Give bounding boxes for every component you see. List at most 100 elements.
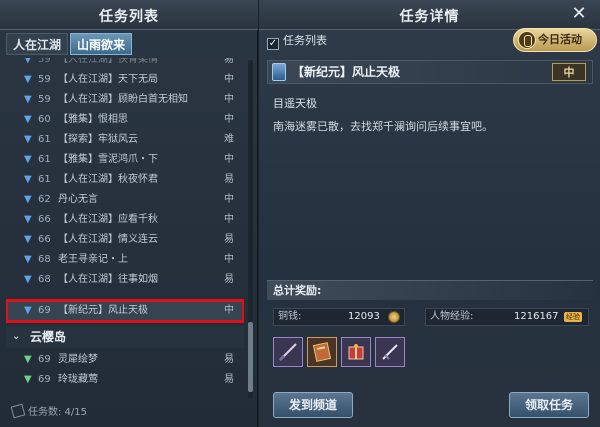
close-icon[interactable]: ✕ xyxy=(568,3,590,25)
sword-icon xyxy=(382,344,398,360)
quest-level: 66 xyxy=(38,214,51,225)
quest-difficulty: 易 xyxy=(224,234,234,245)
chevron-down-icon: ▼ xyxy=(24,114,32,125)
coin-label: 铜钱: xyxy=(278,311,302,322)
chevron-down-icon: ▼ xyxy=(24,305,32,316)
rewards-header: 总计奖励: xyxy=(267,280,593,300)
send-to-channel-button[interactable]: 发到频道 xyxy=(273,392,353,418)
reward-item-gift[interactable] xyxy=(341,337,371,367)
chevron-down-icon: ▼ xyxy=(24,134,32,145)
quest-row[interactable]: ▼ 66 【人在江湖】应看千秋 中 xyxy=(6,210,244,230)
quest-row[interactable]: ▼ 69 灵犀绘梦 易 xyxy=(6,350,244,370)
quest-name: 【人在江湖】天下无局 xyxy=(58,74,158,85)
exp-label: 人物经验: xyxy=(430,311,474,322)
quest-name: 【雅集】恨相思 xyxy=(58,114,128,125)
quest-difficulty: 易 xyxy=(224,274,234,285)
quest-name: 【人在江湖】应看千秋 xyxy=(58,214,158,225)
quest-list[interactable]: ▼ 59 【人在江湖】侠骨柔情 易 ▼ 59 【人在江湖】天下无局 中 ▼ 59… xyxy=(6,58,244,398)
chevron-down-icon: ▼ xyxy=(24,254,32,265)
quest-detail-panel: 任务详情 ✕ ✓ 任务列表 今日活动 【新纪元】风止天极 中 目遥天极 南海迷雾已… xyxy=(259,0,600,427)
coin-reward: 铜钱: 12093 xyxy=(273,308,405,326)
quest-difficulty: 中 xyxy=(224,154,234,165)
quest-detail-header: 任务详情 ✕ xyxy=(259,0,600,30)
difficulty-badge: 中 xyxy=(552,63,586,81)
quest-name: 【雅集】雪泥鸿爪・下 xyxy=(58,154,158,165)
quest-description: 南海迷雾已散，去找郑千澜询问后续事宜吧。 xyxy=(273,120,493,133)
quest-difficulty: 易 xyxy=(224,58,234,65)
quest-level: 61 xyxy=(38,134,51,145)
quest-name: 【人在江湖】顾盼白首无相知 xyxy=(58,94,188,105)
quest-level: 69 xyxy=(38,354,51,365)
quest-level: 69 xyxy=(38,374,51,385)
quest-difficulty: 中 xyxy=(224,194,234,205)
reward-item-book[interactable] xyxy=(307,337,337,367)
quest-row[interactable]: ▼ 61 【人在江湖】秋夜怀君 易 xyxy=(6,170,244,190)
quest-count: 任务数: 4/15 xyxy=(10,403,88,422)
quest-level: 69 xyxy=(38,305,51,316)
reward-item-sword[interactable] xyxy=(375,337,405,367)
coin-icon xyxy=(388,311,400,323)
quest-row[interactable]: ▼ 68 【人在江湖】往事如烟 易 xyxy=(6,270,244,290)
scrollbar-thumb[interactable] xyxy=(248,322,253,392)
coin-value: 12093 xyxy=(348,311,380,322)
quest-row[interactable]: ▼ 61 【探索】牢狱风云 难 xyxy=(6,130,244,150)
chevron-down-icon: ▼ xyxy=(24,214,32,225)
quest-difficulty: 易 xyxy=(224,174,234,185)
quest-level: 60 xyxy=(38,114,51,125)
quest-list-scrollbar[interactable] xyxy=(248,60,253,398)
quest-row[interactable]: ▼ 62 丹心无言 中 xyxy=(6,190,244,210)
chevron-down-icon: ▼ xyxy=(24,94,32,105)
checkbox-checked-icon[interactable]: ✓ xyxy=(267,38,279,50)
quest-row[interactable]: ▼ 59 【人在江湖】侠骨柔情 易 xyxy=(6,58,244,70)
quest-name: 丹心无言 xyxy=(58,194,98,205)
brush-icon xyxy=(278,343,297,362)
group-name: 云樱岛 xyxy=(30,330,67,344)
chevron-down-icon: ▼ xyxy=(24,154,32,165)
chevron-down-icon: ▼ xyxy=(24,74,32,85)
quest-row[interactable]: ▼ 69 玲珑藏莺 易 xyxy=(6,370,244,390)
quest-row[interactable]: ▼ 59 【人在江湖】天下无局 中 xyxy=(6,70,244,90)
rewards-label: 总计奖励: xyxy=(273,284,322,297)
quest-title-bar: 【新纪元】风止天极 中 xyxy=(267,60,593,84)
quest-row[interactable]: ▼ 68 老王寻亲记・上 中 xyxy=(6,250,244,270)
group-row-yun-ying-dao[interactable]: ⌄ 云樱岛 xyxy=(6,326,244,348)
quest-row[interactable]: ▼ 59 【人在江湖】顾盼白首无相知 中 xyxy=(6,90,244,110)
quest-level: 59 xyxy=(38,94,51,105)
quest-list-panel: 任务列表 人在江湖 山雨欲来 ▼ 59 【人在江湖】侠骨柔情 易 ▼ 59 【人… xyxy=(0,0,258,427)
quest-title: 【新纪元】风止天极 xyxy=(292,65,401,79)
today-activity-label: 今日活动 xyxy=(538,33,582,46)
quest-count-icon xyxy=(10,403,26,419)
today-activity-button[interactable]: 今日活动 xyxy=(513,28,597,52)
quest-level: 59 xyxy=(38,74,51,85)
quest-name: 灵犀绘梦 xyxy=(58,354,98,365)
quest-difficulty: 易 xyxy=(224,354,234,365)
quest-name: 玲珑藏莺 xyxy=(58,374,98,385)
quest-row-selected[interactable]: ▼ 69 【新纪元】风止天极 中 xyxy=(6,299,244,323)
quest-level: 62 xyxy=(38,194,51,205)
quest-list-toggle-label: 任务列表 xyxy=(283,34,327,47)
quest-name: 【人在江湖】情义连云 xyxy=(58,234,158,245)
quest-name: 【探索】牢狱风云 xyxy=(58,134,138,145)
quest-row[interactable]: ▼ 66 【人在江湖】情义连云 易 xyxy=(6,230,244,250)
quest-list-toggle[interactable]: ✓ 任务列表 xyxy=(267,33,327,50)
chevron-down-icon: ▼ xyxy=(24,58,32,65)
quest-row[interactable]: ▼ 61 【雅集】雪泥鸿爪・下 中 xyxy=(6,150,244,170)
accept-quest-button[interactable]: 领取任务 xyxy=(509,392,589,418)
chevron-down-icon: ▼ xyxy=(24,234,32,245)
quest-count-text: 任务数: 4/15 xyxy=(28,407,88,418)
quest-difficulty: 中 xyxy=(224,74,234,85)
quest-row[interactable]: ▼ 60 【雅集】恨相思 中 xyxy=(6,110,244,130)
reward-item-brush[interactable] xyxy=(273,337,303,367)
quest-difficulty: 中 xyxy=(224,305,234,316)
quest-difficulty: 难 xyxy=(224,134,234,145)
quest-difficulty: 中 xyxy=(224,254,234,265)
quest-difficulty: 中 xyxy=(224,214,234,225)
chevron-down-icon: ▼ xyxy=(24,354,32,365)
quest-name: 【人在江湖】侠骨柔情 xyxy=(58,58,158,65)
quest-list-header: 任务列表 xyxy=(0,0,258,30)
tab-ren-zai-jiang-hu[interactable]: 人在江湖 xyxy=(6,33,69,55)
tab-shan-yu-yu-lai[interactable]: 山雨欲来 xyxy=(70,33,133,55)
chevron-down-icon: ▼ xyxy=(24,194,32,205)
quest-name: 【新纪元】风止天极 xyxy=(58,305,148,316)
quest-tabs: 人在江湖 山雨欲来 xyxy=(6,33,134,55)
